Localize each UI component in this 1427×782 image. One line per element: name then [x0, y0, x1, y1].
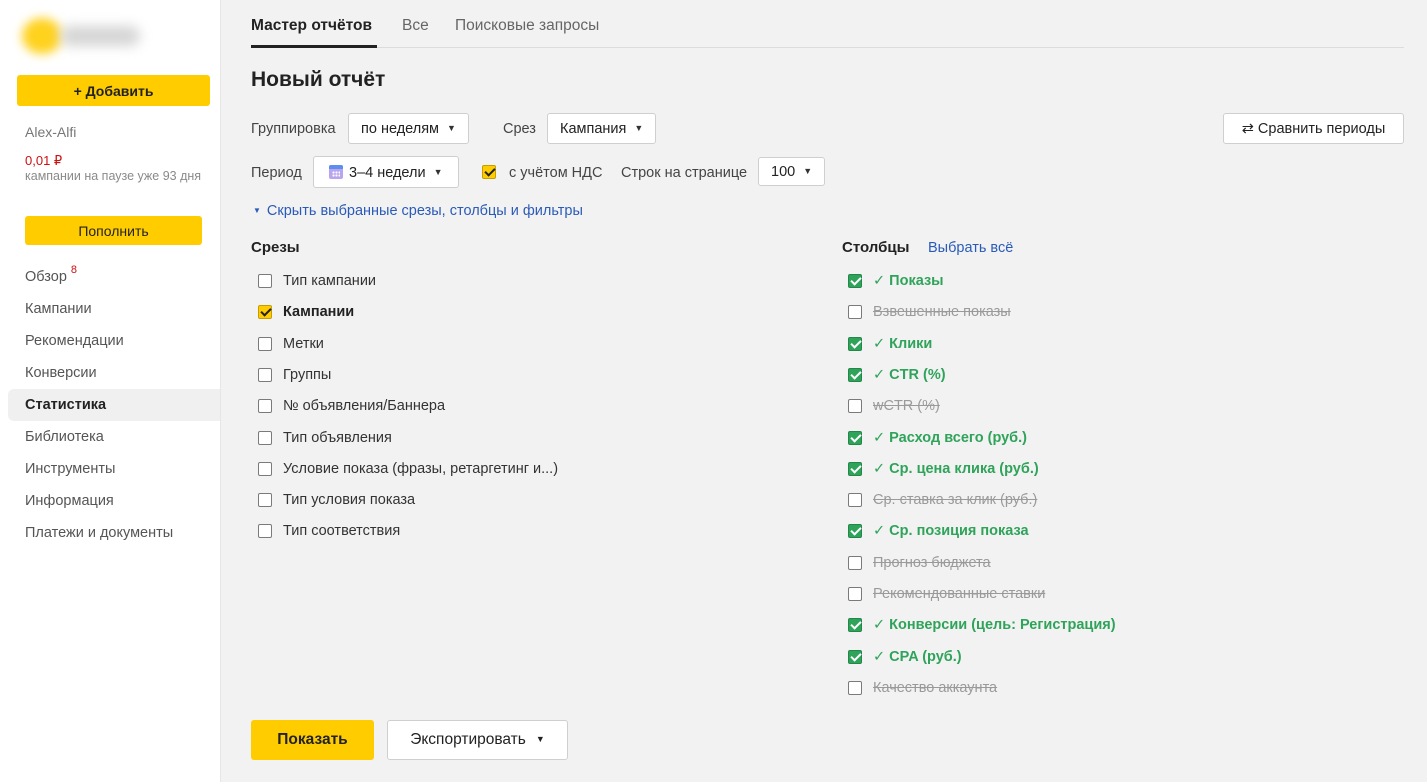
- page-title: Новый отчёт: [251, 68, 386, 91]
- column-checkbox[interactable]: [848, 618, 862, 632]
- slice-label: Кампании: [283, 304, 355, 320]
- chevron-down-icon: ▼: [447, 123, 456, 133]
- slice-label: Тип объявления: [283, 430, 392, 446]
- column-checkbox[interactable]: [848, 556, 862, 570]
- account-balance: 0,01 ₽: [25, 153, 63, 168]
- slice-checkbox[interactable]: [258, 524, 272, 538]
- rows-per-page-select[interactable]: 100 ▼: [758, 157, 826, 186]
- calendar-icon: [329, 165, 343, 179]
- column-label: ✓ Расход всего (руб.): [873, 430, 1027, 446]
- column-checkbox[interactable]: [848, 524, 862, 538]
- account-name: Alex-Alfi: [25, 124, 77, 140]
- column-label: Взвешенные показы: [873, 304, 1011, 320]
- slice-label: Срез: [503, 121, 536, 137]
- vat-label: с учётом НДС: [509, 165, 603, 181]
- column-label: ✓ Клики: [873, 336, 933, 352]
- slices-title: Срезы: [251, 239, 300, 256]
- column-label: ✓ CPA (руб.): [873, 649, 962, 665]
- period-select[interactable]: 3–4 недели ▼: [313, 156, 459, 188]
- column-label: Качество аккаунта: [873, 680, 998, 696]
- column-checkbox[interactable]: [848, 650, 862, 664]
- column-checkbox[interactable]: [848, 305, 862, 319]
- column-label: wCTR (%): [873, 398, 940, 414]
- column-checkbox[interactable]: [848, 462, 862, 476]
- column-label: ✓ Конверсии (цель: Регистрация): [873, 617, 1116, 633]
- sidebar-item-library[interactable]: Библиотека: [0, 421, 220, 453]
- sidebar: + Добавить Alex-Alfi 0,01 ₽ кампании на …: [0, 0, 221, 782]
- select-all-link[interactable]: Выбрать всё: [928, 240, 1013, 256]
- column-checkbox[interactable]: [848, 368, 862, 382]
- slice-label: Метки: [283, 336, 324, 352]
- slice-checkbox[interactable]: [258, 274, 272, 288]
- slice-label: № объявления/Баннера: [283, 398, 446, 414]
- add-button[interactable]: + Добавить: [17, 75, 210, 106]
- column-checkbox[interactable]: [848, 587, 862, 601]
- slice-checkbox[interactable]: [258, 431, 272, 445]
- tab-report-wizard[interactable]: Мастер отчётов: [251, 17, 372, 35]
- slice-select[interactable]: Кампания ▼: [547, 113, 657, 144]
- slice-checkbox[interactable]: [258, 493, 272, 507]
- period-label: Период: [251, 165, 302, 181]
- active-tab-indicator: [251, 45, 377, 48]
- sidebar-nav: Обзор 8 Кампании Рекомендации Конверсии С…: [0, 261, 220, 549]
- slice-label: Группы: [283, 367, 332, 383]
- slice-label: Тип условия показа: [283, 492, 416, 508]
- sidebar-item-conversions[interactable]: Конверсии: [0, 357, 220, 389]
- column-checkbox[interactable]: [848, 337, 862, 351]
- sidebar-item-campaigns[interactable]: Кампании: [0, 293, 220, 325]
- slice-checkbox[interactable]: [258, 462, 272, 476]
- toggle-filters-link[interactable]: ▼ Скрыть выбранные срезы, столбцы и фильт…: [253, 203, 583, 219]
- column-checkbox[interactable]: [848, 274, 862, 288]
- slice-checkbox[interactable]: [258, 337, 272, 351]
- column-label: ✓ Ср. позиция показа: [873, 523, 1029, 539]
- sidebar-item-recommendations[interactable]: Рекомендации: [0, 325, 220, 357]
- column-checkbox[interactable]: [848, 431, 862, 445]
- column-checkbox[interactable]: [848, 493, 862, 507]
- slice-label: Условие показа (фразы, ретаргетинг и...): [283, 461, 559, 477]
- chevron-down-icon: ▼: [535, 734, 545, 744]
- notification-badge: 8: [70, 264, 78, 276]
- show-button[interactable]: Показать: [251, 720, 374, 760]
- column-label: ✓ CTR (%): [873, 367, 946, 383]
- triangle-down-icon: ▼: [253, 206, 261, 215]
- tab-search-queries[interactable]: Поисковые запросы: [455, 17, 599, 35]
- rows-per-page-label: Строк на странице: [621, 165, 748, 181]
- sidebar-item-overview[interactable]: Обзор 8: [0, 261, 220, 293]
- column-label: Прогноз бюджета: [873, 555, 991, 571]
- column-label: Ср. ставка за клик (руб.): [873, 492, 1038, 508]
- sidebar-item-payments[interactable]: Платежи и документы: [0, 517, 220, 549]
- chevron-down-icon: ▼: [634, 123, 644, 133]
- sidebar-item-information[interactable]: Информация: [0, 485, 220, 517]
- main-content: Мастер отчётов Все Поисковые запросы Нов…: [221, 0, 1427, 782]
- slice-label: Тип кампании: [283, 273, 377, 289]
- column-checkbox[interactable]: [848, 399, 862, 413]
- column-label: ✓ Ср. цена клика (руб.): [873, 461, 1039, 477]
- slice-checkbox[interactable]: [258, 368, 272, 382]
- export-button[interactable]: Экспортировать ▼: [387, 720, 568, 760]
- sidebar-item-tools[interactable]: Инструменты: [0, 453, 220, 485]
- topup-button[interactable]: Пополнить: [25, 216, 202, 245]
- compare-periods-button[interactable]: ⇄ Сравнить периоды: [1223, 113, 1404, 144]
- chevron-down-icon: ▼: [433, 167, 443, 177]
- tab-all[interactable]: Все: [402, 17, 429, 35]
- report-tabs: Мастер отчётов Все Поисковые запросы: [251, 0, 1404, 48]
- chevron-down-icon: ▼: [803, 166, 813, 176]
- slice-checkbox[interactable]: [258, 305, 272, 319]
- logo[interactable]: [22, 14, 142, 58]
- slice-label: Тип соответствия: [283, 523, 401, 539]
- column-label: ✓ Показы: [873, 273, 944, 289]
- slice-checkbox[interactable]: [258, 399, 272, 413]
- column-checkbox[interactable]: [848, 681, 862, 695]
- vat-checkbox[interactable]: [482, 165, 496, 179]
- balance-note: кампании на паузе уже 93 дня: [25, 169, 202, 183]
- grouping-select[interactable]: по неделям ▼: [348, 113, 469, 144]
- grouping-label: Группировка: [251, 121, 336, 137]
- columns-title: Столбцы: [842, 239, 910, 256]
- column-label: Рекомендованные ставки: [873, 586, 1046, 602]
- sidebar-item-statistics[interactable]: Статистика: [8, 389, 220, 421]
